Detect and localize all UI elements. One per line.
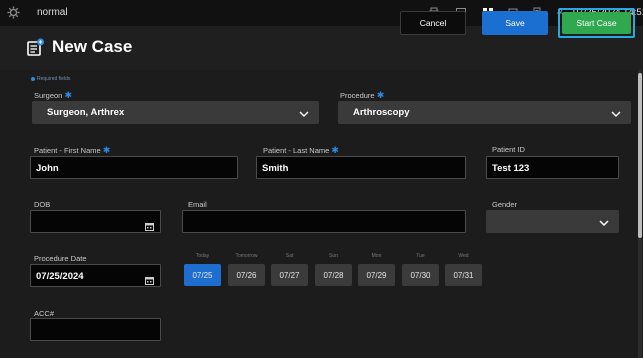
dob-label: DOB [34,200,51,209]
chevron-down-icon [299,106,309,118]
required-note-text: Required fields [37,76,71,82]
patient-id-value: Test 123 [492,163,530,174]
page-title: New Case [52,37,133,56]
cancel-button[interactable]: Cancel [400,11,466,35]
start-case-button[interactable]: Start Case [562,12,631,34]
calendar-icon[interactable] [145,218,154,231]
gender-select[interactable] [486,210,619,233]
date-chip-day-label: Today [195,253,210,259]
date-chip-day-label: Tomorrow [235,253,258,259]
required-fields-note: Required fields [31,76,70,82]
calendar-icon[interactable] [145,272,154,285]
acc-input[interactable] [30,318,161,341]
last-name-value: Smith [262,163,289,174]
first-name-value: John [36,163,59,174]
required-star-icon: ✱ [64,90,72,100]
date-chip-day-label: Mon [371,253,382,259]
save-button[interactable]: Save [482,11,548,35]
procedure-label-text: Procedure [340,91,375,100]
case-icon [27,38,45,56]
last-name-input[interactable]: Smith [256,156,466,179]
chevron-down-icon [599,215,609,227]
date-chip-day-label: Wed [458,253,469,259]
required-star-icon: ✱ [102,145,111,155]
date-chip-day-label: Tue [416,253,425,259]
required-star-icon: ✱ [376,90,385,100]
surgeon-label: Surgeon ✱ [34,90,72,101]
procedure-date-label: Procedure Date [34,254,87,263]
date-chip[interactable]: 07/26 [228,264,265,286]
date-chip-day-label: Sat [285,253,294,259]
patient-id-input[interactable]: Test 123 [486,156,619,179]
first-name-label: Patient - First Name ✱ [34,145,110,156]
scrollbar-thumb[interactable] [638,73,642,238]
patient-id-label: Patient ID [492,145,525,154]
surgeon-value: Surgeon, Arthrex [47,107,125,118]
email-label: Email [188,200,207,209]
procedure-value: Arthroscopy [353,107,410,118]
email-input[interactable] [182,210,466,233]
procedure-label: Procedure ✱ [340,90,384,101]
date-chip[interactable]: 07/27 [271,264,308,286]
last-name-label-text: Patient - Last Name [263,146,330,155]
first-name-input[interactable]: John [30,156,238,179]
procedure-select[interactable]: Arthroscopy [338,101,631,124]
dob-input[interactable] [30,210,161,233]
gender-label: Gender [492,200,518,209]
procedure-date-input[interactable]: 07/25/2024 [30,264,161,287]
chevron-down-icon [611,106,621,118]
last-name-label: Patient - Last Name ✱ [263,145,339,156]
required-star-icon: ✱ [331,145,339,155]
date-chip[interactable]: 07/30 [402,264,439,286]
procedure-date-value: 07/25/2024 [36,271,84,282]
mode-label: normal [37,7,68,18]
acc-label: ACC# [34,309,55,318]
date-chip[interactable]: 07/29 [358,264,395,286]
surgeon-select[interactable]: Surgeon, Arthrex [32,101,319,124]
date-chip[interactable]: 07/28 [315,264,352,286]
surgeon-label-text: Surgeon [34,91,63,100]
gear-icon[interactable] [7,6,20,19]
date-chip-today[interactable]: 07/25 [184,264,221,286]
date-chip-day-label: Sun [329,253,338,259]
first-name-label-text: Patient - First Name [34,146,101,155]
scrollbar[interactable] [638,70,642,358]
required-dot-icon [31,76,35,81]
date-chip[interactable]: 07/31 [445,264,482,286]
